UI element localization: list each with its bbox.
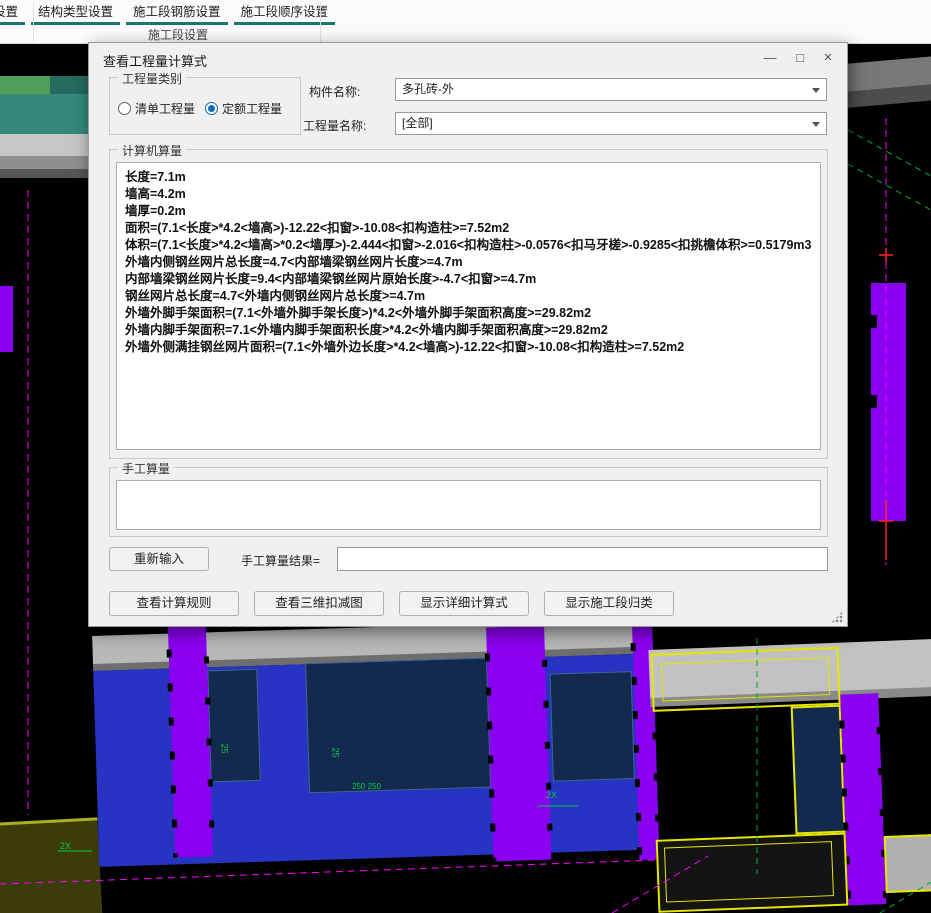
radio-list-quantity[interactable]: 清单工程量 bbox=[118, 100, 195, 117]
scene-roof-green bbox=[0, 76, 50, 96]
scene-floor-olive bbox=[0, 817, 103, 913]
scene-column-purple bbox=[167, 622, 214, 858]
formula-line: 外墙外脚手架面积=(7.1<外墙外脚手架长度>)*4.2<外墙外脚手架面积高度>… bbox=[125, 306, 592, 320]
formula-line: 外墙外侧满挂钢丝网片面积=(7.1<外墙外边长度>*4.2<墙高>)-12.22… bbox=[125, 340, 685, 354]
dimension-label: 2X bbox=[546, 790, 558, 800]
formula-line: 墙高=4.2m bbox=[125, 187, 186, 201]
component-name-select[interactable]: 多孔砖-外 bbox=[395, 78, 827, 101]
reinput-button[interactable]: 重新输入 bbox=[109, 547, 209, 571]
formula-line: 长度=7.1m bbox=[125, 170, 186, 184]
ribbon-group-label[interactable]: 施工段设置 bbox=[148, 26, 208, 43]
application-window: 2X 250 250 2X 25 25 设置 结构类型设置 施工段钢筋设置 施工… bbox=[0, 0, 931, 913]
dimension-label: 25 bbox=[330, 747, 341, 758]
formula-line: 体积=(7.1<长度>*4.2<墙高>*0.2<墙厚>)-2.444<扣窗>-2… bbox=[125, 238, 812, 252]
radio-circle-icon bbox=[118, 102, 131, 115]
ribbon-item-section-rebar[interactable]: 施工段钢筋设置 bbox=[126, 0, 228, 25]
scene-column-left bbox=[0, 286, 13, 352]
radio-label: 定额工程量 bbox=[222, 102, 283, 116]
show-section-classification-button[interactable]: 显示施工段归类 bbox=[544, 591, 674, 616]
view-3d-deduction-button[interactable]: 查看三维扣减图 bbox=[254, 591, 384, 616]
formula-line: 墙厚=0.2m bbox=[125, 204, 186, 218]
scene-selection-outline bbox=[663, 841, 834, 903]
scene-slab-light bbox=[0, 134, 92, 156]
dimension-label: 25 bbox=[219, 743, 230, 754]
scene-slab-mid bbox=[0, 156, 92, 169]
group-label: 计算机算量 bbox=[118, 142, 187, 159]
column-notch bbox=[871, 315, 877, 328]
computer-calculation-area[interactable]: 长度=7.1m 墙高=4.2m 墙厚=0.2m 面积=(7.1<长度>*4.2<… bbox=[116, 162, 821, 450]
scene-column-right bbox=[871, 283, 906, 521]
radio-quota-quantity[interactable]: 定额工程量 bbox=[205, 100, 282, 117]
radio-row: 清单工程量 定额工程量 bbox=[118, 100, 292, 117]
component-name-value: 多孔砖-外 bbox=[402, 82, 454, 96]
scene-window bbox=[549, 671, 635, 782]
scene-slab-highlighted bbox=[883, 833, 931, 894]
quantity-name-value: [全部] bbox=[402, 116, 433, 130]
chevron-down-icon bbox=[812, 88, 820, 93]
maximize-button[interactable]: □ bbox=[787, 48, 813, 68]
formula-line: 内部墙梁钢丝网片长度=9.4<内部墙梁钢丝网片原始长度>-4.7<扣窗>=4.7… bbox=[125, 272, 537, 286]
scene-slab-dark bbox=[0, 169, 92, 178]
group-label: 工程量类别 bbox=[118, 70, 187, 87]
manual-result-input[interactable] bbox=[337, 547, 828, 571]
formula-line: 面积=(7.1<长度>*4.2<墙高>)-12.22<扣窗>-10.08<扣构造… bbox=[125, 221, 510, 235]
computer-calculation-group: 计算机算量 长度=7.1m 墙高=4.2m 墙厚=0.2m 面积=(7.1<长度… bbox=[109, 142, 828, 459]
resize-grip[interactable] bbox=[831, 611, 843, 623]
scene-window bbox=[207, 668, 261, 783]
component-name-label: 构件名称: bbox=[309, 85, 361, 99]
scene-building-right bbox=[648, 629, 931, 913]
toolbar-separator bbox=[33, 2, 34, 42]
minimize-button[interactable]: — bbox=[757, 48, 783, 68]
quantity-category-group: 工程量类别 清单工程量 定额工程量 bbox=[109, 70, 301, 135]
toolbar-separator bbox=[320, 2, 321, 42]
dialog-title: 查看工程量计算式 bbox=[103, 54, 208, 69]
quantity-name-label: 工程量名称: bbox=[303, 119, 367, 133]
ribbon-item-structure-type[interactable]: 结构类型设置 bbox=[31, 0, 121, 25]
show-detailed-formula-button[interactable]: 显示详细计算式 bbox=[399, 591, 529, 616]
ribbon-item-settings-partial[interactable]: 设置 bbox=[0, 0, 26, 25]
scene-building-left bbox=[92, 614, 660, 881]
formula-line: 钢丝网片总长度=4.7<外墙内侧钢丝网片总长度>=4.7m bbox=[125, 289, 426, 303]
scene-roof-teal bbox=[0, 94, 92, 134]
formula-line: 外墙内脚手架面积=7.1<外墙内脚手架面积长度>*4.2<外墙内脚手架面积高度>… bbox=[125, 323, 608, 337]
ribbon-items: 设置 结构类型设置 施工段钢筋设置 施工段顺序设置 bbox=[0, 0, 341, 25]
radio-label: 清单工程量 bbox=[135, 102, 196, 116]
dimension-label: 250 250 bbox=[352, 782, 381, 791]
manual-calculation-group: 手工算量 bbox=[109, 460, 828, 537]
group-label: 手工算量 bbox=[118, 460, 175, 477]
scene-selection-outline bbox=[660, 657, 831, 702]
quantity-formula-dialog: 查看工程量计算式 — □ × 工程量类别 清单工程量 定额工程量 构件名称: 多… bbox=[88, 42, 848, 627]
manual-result-label: 手工算量结果= bbox=[241, 554, 321, 568]
ribbon-toolbar: 设置 结构类型设置 施工段钢筋设置 施工段顺序设置 施工段设置 bbox=[0, 0, 931, 44]
view-calculation-rules-button[interactable]: 查看计算规则 bbox=[109, 591, 239, 616]
scene-roof-teal-dark bbox=[50, 76, 92, 96]
dimension-label: 2X bbox=[60, 841, 72, 851]
radio-circle-icon bbox=[205, 102, 219, 115]
scene-window-highlighted bbox=[790, 704, 846, 835]
scene-column-purple bbox=[486, 625, 552, 862]
formula-line: 外墙内侧钢丝网片总长度=4.7<内部墙梁钢丝网片长度>=4.7m bbox=[125, 255, 463, 269]
column-notch bbox=[871, 395, 877, 408]
manual-calculation-input-area[interactable] bbox=[116, 480, 821, 530]
close-button[interactable]: × bbox=[815, 48, 841, 68]
scene-window bbox=[305, 657, 492, 794]
quantity-name-select[interactable]: [全部] bbox=[395, 112, 827, 135]
chevron-down-icon bbox=[812, 122, 820, 127]
